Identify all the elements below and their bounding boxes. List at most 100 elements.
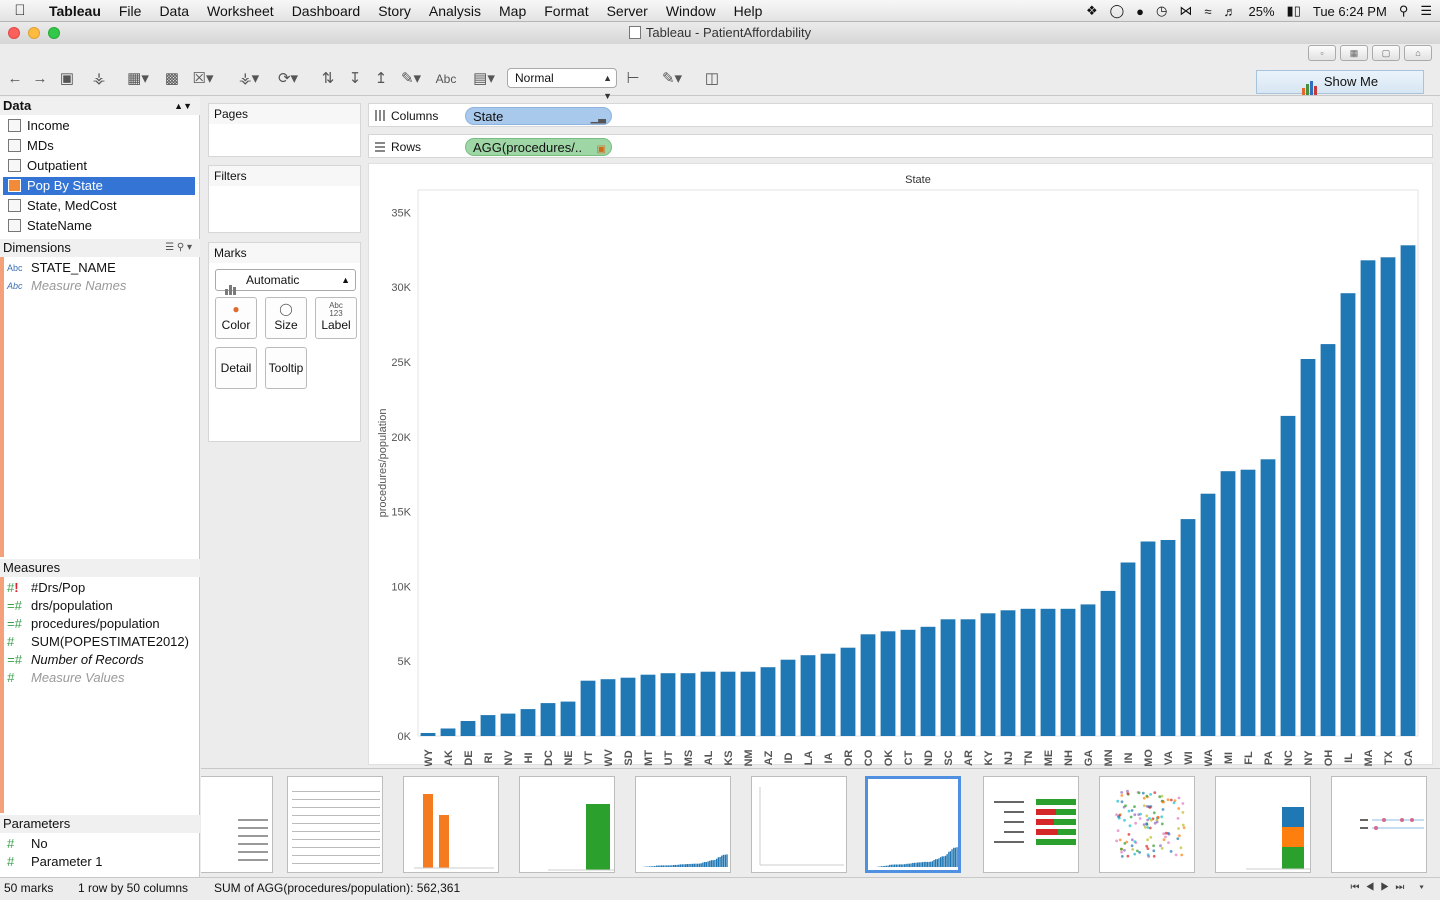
dimension-measure-names[interactable]: Abc Measure Names xyxy=(3,277,197,295)
x-tick-label[interactable]: AR xyxy=(963,750,975,766)
new-worksheet-icon[interactable]: ▦▾ xyxy=(122,68,154,90)
bar-tn[interactable] xyxy=(1020,608,1036,736)
bar-al[interactable] xyxy=(700,671,716,736)
sheet-thumbnail-8[interactable] xyxy=(983,776,1079,873)
chart-size-icon[interactable]: ▤▾ xyxy=(467,68,501,90)
menu-format[interactable]: Format xyxy=(535,3,597,19)
x-tick-label[interactable]: NJ xyxy=(1003,751,1015,765)
battery-percent[interactable]: 25% xyxy=(1249,4,1275,19)
x-tick-label[interactable]: OH xyxy=(1323,750,1335,766)
bar-mn[interactable] xyxy=(1100,590,1116,736)
detail-button[interactable]: Detail xyxy=(215,347,257,389)
bar-ks[interactable] xyxy=(720,671,736,736)
refresh-icon[interactable]: ⟳▾ xyxy=(273,68,303,90)
bar-ok[interactable] xyxy=(880,631,896,736)
parameter-no[interactable]: # No xyxy=(3,835,197,853)
clear-sheet-icon[interactable]: ☒▾ xyxy=(188,68,218,90)
datasource-outpatient[interactable]: Outpatient xyxy=(3,157,195,175)
show-me-button[interactable]: Show Me xyxy=(1256,70,1424,95)
menu-server[interactable]: Server xyxy=(598,3,657,19)
highlight-icon[interactable]: ✎▾ xyxy=(396,68,426,90)
view-sorter-button[interactable]: ▦ xyxy=(1340,45,1368,61)
x-tick-label[interactable]: CO xyxy=(863,749,875,766)
menu-worksheet[interactable]: Worksheet xyxy=(198,3,283,19)
x-tick-label[interactable]: DC xyxy=(543,750,555,766)
data-header-menu-icon[interactable]: ▲▼ xyxy=(174,97,192,115)
bar-mt[interactable] xyxy=(640,674,656,736)
x-tick-label[interactable]: LA xyxy=(803,751,815,766)
sheet-thumbnail-1[interactable] xyxy=(201,776,273,873)
menu-map[interactable]: Map xyxy=(490,3,535,19)
x-tick-label[interactable]: CT xyxy=(903,750,915,765)
window-minimize-button[interactable] xyxy=(28,27,40,39)
datasource-state-medcost[interactable]: State, MedCost xyxy=(3,197,195,215)
x-tick-label[interactable]: KS xyxy=(723,750,735,765)
x-tick-label[interactable]: VT xyxy=(583,751,595,765)
x-tick-label[interactable]: WI xyxy=(1183,751,1195,764)
x-tick-label[interactable]: SD xyxy=(623,750,635,765)
datasource-income[interactable]: Income xyxy=(3,117,195,135)
presentation-icon[interactable]: ◫ xyxy=(702,68,722,90)
sheet-thumbnail-5[interactable] xyxy=(635,776,731,873)
x-tick-label[interactable]: NC xyxy=(1283,750,1295,766)
sheet-navigation[interactable]: ⏮◀▶⏭ ▾ xyxy=(1351,878,1431,898)
pages-card[interactable]: Pages xyxy=(208,103,361,157)
bar-sd[interactable] xyxy=(620,677,636,736)
x-tick-label[interactable]: NM xyxy=(743,749,755,766)
x-tick-label[interactable]: TN xyxy=(1023,751,1035,766)
x-tick-label[interactable]: AL xyxy=(703,750,715,765)
bar-chart[interactable]: State procedures/population 0K 5K 10K 15K 20… xyxy=(369,164,1434,766)
x-tick-label[interactable]: GA xyxy=(1083,750,1095,766)
bar-sc[interactable] xyxy=(940,619,956,736)
dimensions-tools-icon[interactable]: ☰ ⚲ ▾ xyxy=(165,239,192,257)
menu-dashboard[interactable]: Dashboard xyxy=(283,3,370,19)
measure-procedures-population[interactable]: =# procedures/population xyxy=(3,615,197,633)
tooltip-button[interactable]: Tooltip xyxy=(265,347,307,389)
x-tick-label[interactable]: DE xyxy=(463,750,475,765)
duplicate-sheet-icon[interactable]: ▩ xyxy=(163,68,181,90)
bar-wi[interactable] xyxy=(1180,519,1196,736)
bar-co[interactable] xyxy=(860,634,876,736)
bar-nj[interactable] xyxy=(1000,610,1016,736)
bar-nc[interactable] xyxy=(1280,415,1296,736)
measure-sum-popestimate[interactable]: # SUM(POPESTIMATE2012) xyxy=(3,633,197,651)
notification-icon[interactable]: ● xyxy=(1136,4,1144,19)
filters-card[interactable]: Filters xyxy=(208,165,361,233)
bar-la[interactable] xyxy=(800,655,816,736)
menu-window[interactable]: Window xyxy=(657,3,725,19)
bar-in[interactable] xyxy=(1120,562,1136,737)
parameter-1[interactable]: # Parameter 1 xyxy=(3,853,197,871)
x-tick-label[interactable]: MN xyxy=(1103,749,1115,766)
bar-hi[interactable] xyxy=(520,709,536,736)
x-tick-label[interactable]: MI xyxy=(1223,752,1235,764)
x-tick-label[interactable]: IN xyxy=(1123,752,1135,763)
sheet-thumbnail-9[interactable] xyxy=(1099,776,1195,873)
bar-ne[interactable] xyxy=(560,701,576,736)
bar-id[interactable] xyxy=(780,659,796,736)
x-tick-label[interactable]: MO xyxy=(1143,749,1155,766)
menu-analysis[interactable]: Analysis xyxy=(420,3,490,19)
x-tick-label[interactable]: WA xyxy=(1203,749,1215,766)
x-tick-label[interactable]: HI xyxy=(523,753,535,764)
bar-nv[interactable] xyxy=(500,713,516,736)
x-tick-label[interactable]: NH xyxy=(1063,750,1075,766)
bar-nm[interactable] xyxy=(740,671,756,736)
back-icon[interactable]: ← xyxy=(6,68,24,90)
bar-ri[interactable] xyxy=(480,715,496,736)
x-tick-label[interactable]: PA xyxy=(1263,751,1275,766)
sheet-thumbnail-7-current[interactable] xyxy=(865,776,961,873)
bar-ut[interactable] xyxy=(660,673,676,736)
sheet-thumbnail-6[interactable] xyxy=(751,776,847,873)
bar-ga[interactable] xyxy=(1080,604,1096,736)
bar-wv[interactable] xyxy=(600,679,616,736)
x-tick-label[interactable]: MA xyxy=(1363,749,1375,766)
bar-wa[interactable] xyxy=(1200,493,1216,736)
search-icon[interactable]: ⚲ xyxy=(1399,3,1409,19)
menu-story[interactable]: Story xyxy=(369,3,420,19)
sheet-thumbnail-11[interactable] xyxy=(1331,776,1427,873)
bar-wy[interactable] xyxy=(420,733,436,736)
x-tick-label[interactable]: NE xyxy=(563,750,575,765)
x-tick-label[interactable]: OK xyxy=(883,750,895,766)
bar-ms[interactable] xyxy=(680,673,696,736)
x-tick-label[interactable]: CA xyxy=(1403,750,1415,766)
